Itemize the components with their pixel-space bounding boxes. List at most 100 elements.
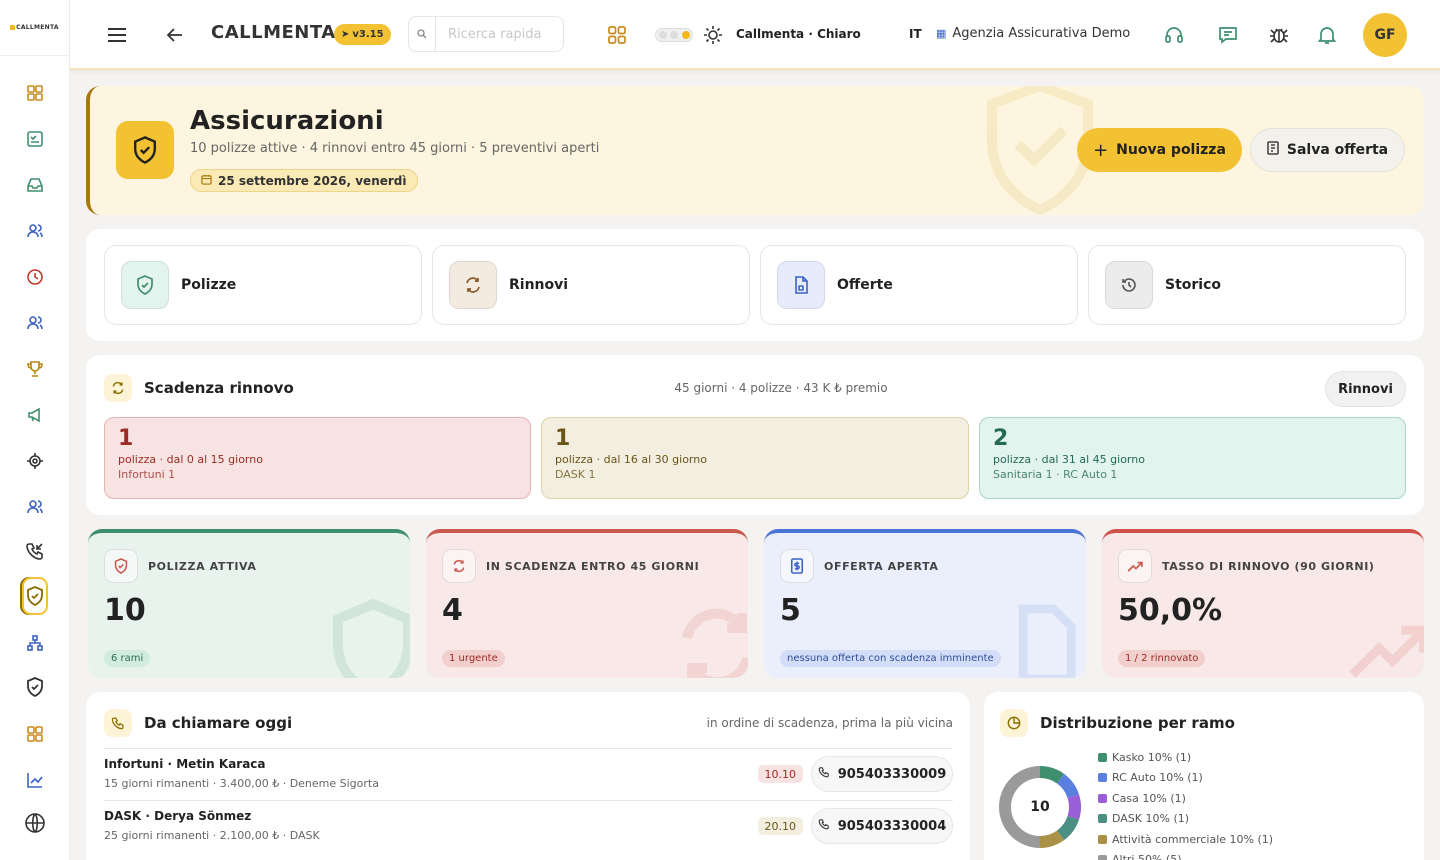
distribution-title: Distribuzione per ramo <box>1000 709 1235 737</box>
save-offer-button[interactable]: Salva offerta <box>1250 128 1405 172</box>
stat-value: 4 <box>442 593 463 628</box>
shield-watermark-icon <box>333 599 410 678</box>
team-icon[interactable] <box>22 310 48 336</box>
stat-pill: 1 / 2 rinnovato <box>1118 650 1206 667</box>
trend-up-icon <box>1118 549 1152 583</box>
contacts-icon[interactable] <box>22 218 48 244</box>
call-meta: 15 giorni rimanenti · 3.400,00 ₺ · Denem… <box>104 777 379 790</box>
due-date-badge: 10.10 <box>757 765 803 783</box>
renewal-summary: 45 giorni · 4 polizze · 43 K ₺ premio <box>674 381 888 395</box>
call-phone-button[interactable]: 905403330004 <box>811 808 953 844</box>
sun-icon[interactable] <box>702 24 724 46</box>
theme-toggle[interactable] <box>655 28 693 42</box>
legend-swatch <box>1098 793 1107 803</box>
new-policy-button[interactable]: + Nuova polizza <box>1077 128 1242 172</box>
phone-icon <box>818 766 830 782</box>
language-selector[interactable]: IT <box>909 27 922 41</box>
shield-check-icon <box>104 549 138 583</box>
tab-offerte[interactable]: Offerte <box>760 245 1078 325</box>
call-row[interactable]: Infortuni · Metin Karaca 15 giorni riman… <box>104 748 953 800</box>
apps-grid-icon[interactable] <box>606 24 628 46</box>
renewals-button[interactable]: Rinnovi <box>1325 371 1406 407</box>
stat-renewal-rate[interactable]: TASSO DI RINNOVO (90 GIORNI) 50,0% 1 / 2… <box>1102 529 1424 678</box>
menu-icon[interactable] <box>106 24 128 46</box>
users-icon[interactable] <box>22 494 48 520</box>
legend-label: Attività commerciale 10% (1) <box>1112 832 1274 846</box>
topbar: CALLMENTA ➤v3.15 Callmenta · Chiaro IT ▦… <box>70 0 1440 70</box>
legend-item: Attività commerciale 10% (1) <box>1098 829 1273 850</box>
rocket-icon: ➤ <box>341 29 350 40</box>
inbox-icon[interactable] <box>22 172 48 198</box>
quick-search <box>408 16 566 52</box>
phone-incoming-icon[interactable] <box>22 538 48 564</box>
distribution-card: Distribuzione per ramo 10 Kasko 10% (1) R… <box>984 692 1424 860</box>
target-icon[interactable] <box>22 448 48 474</box>
insurance-shield-icon <box>116 121 174 179</box>
document-icon <box>777 261 825 309</box>
stat-pill: 1 urgente <box>442 650 505 667</box>
shield-check-icon[interactable] <box>22 674 48 700</box>
phone-icon <box>104 709 132 737</box>
phone-icon <box>818 818 830 834</box>
sidebar: CALLMENTA <box>0 0 70 860</box>
org-chart-icon[interactable] <box>22 630 48 656</box>
refresh-icon <box>104 374 132 402</box>
agency-selector[interactable]: ▦ Agenzia Assicurativa Demo <box>936 26 1130 41</box>
calls-title: Da chiamare oggi <box>104 709 292 737</box>
bell-icon[interactable] <box>1316 24 1338 46</box>
stat-header: POLIZZA ATTIVA <box>104 549 257 583</box>
stat-expiring-45-days[interactable]: IN SCADENZA ENTRO 45 GIORNI 4 1 urgente <box>426 529 748 678</box>
globe-icon[interactable] <box>22 810 48 836</box>
theme-label: Callmenta · Chiaro <box>736 27 861 41</box>
building-icon: ▦ <box>936 27 947 40</box>
clock-icon[interactable] <box>22 264 48 290</box>
document-dollar-icon <box>1267 141 1279 159</box>
page-title: Assicurazioni <box>190 106 384 136</box>
date-badge: 25 settembre 2026, venerdì <box>190 169 418 192</box>
plus-icon: + <box>1093 139 1109 161</box>
stat-open-offers[interactable]: OFFERTA APERTA 5 nessuna offerta con sca… <box>764 529 1086 678</box>
search-input[interactable] <box>436 16 564 52</box>
trophy-icon[interactable] <box>22 356 48 382</box>
stat-value: 10 <box>104 593 146 628</box>
page-header: Assicurazioni 10 polizze attive · 4 rinn… <box>86 86 1424 215</box>
insurance-nav-shield-icon[interactable] <box>22 577 48 615</box>
headset-icon[interactable] <box>1163 24 1185 46</box>
stat-value: 50,0% <box>1118 593 1223 628</box>
megaphone-icon[interactable] <box>22 402 48 428</box>
stat-pill: 6 rami <box>104 650 151 667</box>
modules-icon[interactable] <box>22 721 48 747</box>
chat-icon[interactable] <box>1217 24 1239 46</box>
bucket-0-15-days[interactable]: 1 polizza · dal 0 al 15 giorno Infortuni 1 <box>104 417 531 499</box>
tab-storico[interactable]: Storico <box>1088 245 1406 325</box>
section-tabs: Polizze Rinnovi Offerte Storico <box>86 229 1424 341</box>
legend-swatch <box>1098 834 1107 844</box>
search-icon[interactable] <box>408 16 436 52</box>
document-dollar-icon <box>780 549 814 583</box>
stat-active-policies[interactable]: POLIZZA ATTIVA 10 6 rami <box>88 529 410 678</box>
dashboard-icon[interactable] <box>22 80 48 106</box>
shield-check-icon <box>121 261 169 309</box>
user-avatar[interactable]: GF <box>1363 13 1407 57</box>
legend-item: Kasko 10% (1) <box>1098 747 1273 768</box>
back-arrow-icon[interactable] <box>164 24 186 46</box>
analytics-icon[interactable] <box>22 767 48 793</box>
page-subtitle: 10 polizze attive · 4 rinnovi entro 45 g… <box>190 141 600 156</box>
renewal-deadlines-card: Scadenza rinnovo 45 giorni · 4 polizze ·… <box>86 355 1424 515</box>
call-meta: 25 giorni rimanenti · 2.100,00 ₺ · DASK <box>104 829 320 842</box>
tasks-icon[interactable] <box>22 126 48 152</box>
stat-value: 5 <box>780 593 801 628</box>
bucket-16-30-days[interactable]: 1 polizza · dal 16 al 30 giorno DASK 1 <box>541 417 969 499</box>
bucket-31-45-days[interactable]: 2 polizza · dal 31 al 45 giorno Sanitaria … <box>979 417 1406 499</box>
bug-icon[interactable] <box>1268 24 1290 46</box>
version-badge: ➤ v3.15 <box>334 24 391 45</box>
app-logo[interactable]: CALLMENTA <box>0 0 69 56</box>
call-row[interactable]: DASK · Derya Sönmez 25 giorni rimanenti … <box>104 800 953 852</box>
due-date-badge: 20.10 <box>757 817 803 835</box>
stat-header: IN SCADENZA ENTRO 45 GIORNI <box>442 549 699 583</box>
call-phone-button[interactable]: 905403330009 <box>811 756 953 792</box>
legend-label: DASK 10% (1) <box>1112 812 1190 826</box>
tab-polizze[interactable]: Polizze <box>104 245 422 325</box>
tab-rinnovi[interactable]: Rinnovi <box>432 245 750 325</box>
legend-swatch <box>1098 752 1107 762</box>
